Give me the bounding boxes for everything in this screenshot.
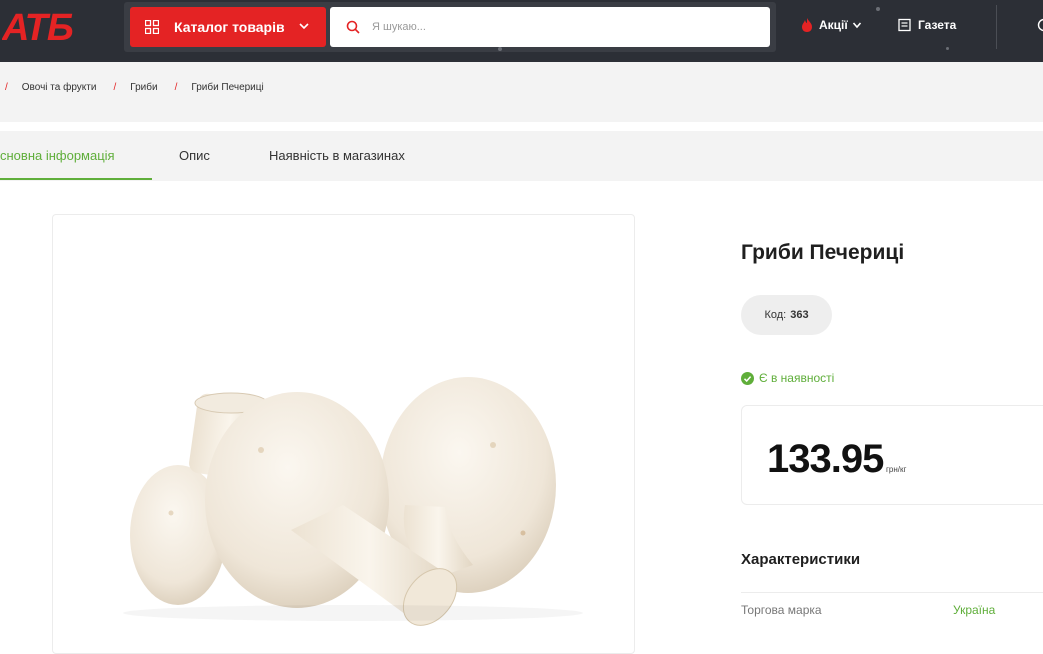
product-image-card: [52, 214, 635, 654]
characteristic-value-link[interactable]: Україна: [953, 603, 995, 617]
decorative-dot: [946, 47, 949, 50]
product-price: 133.95: [767, 437, 883, 482]
header-divider: [996, 5, 997, 49]
promo-menu[interactable]: Акції: [800, 17, 862, 33]
chevron-down-icon: [298, 20, 310, 32]
chevron-down-icon: [852, 20, 862, 30]
breadcrumb-separator: /: [113, 82, 116, 93]
grid-icon: [145, 20, 159, 34]
characteristics-title: Характеристики: [741, 551, 860, 568]
breadcrumb-separator: /: [175, 82, 178, 93]
catalog-button[interactable]: Каталог товарів: [130, 7, 326, 47]
decorative-dot: [498, 47, 502, 51]
breadcrumb: / Овочі та фрукти / Гриби / Гриби Печери…: [5, 82, 281, 93]
stock-status-label: Є в наявності: [759, 371, 834, 385]
search-input[interactable]: [372, 13, 752, 41]
product-code-value: 363: [790, 309, 808, 321]
active-tab-indicator: [0, 178, 152, 180]
breadcrumb-item[interactable]: Гриби: [130, 82, 157, 93]
breadcrumb-item[interactable]: Овочі та фрукти: [22, 82, 97, 93]
check-circle-icon: [741, 372, 754, 385]
tab-description[interactable]: Опис: [179, 148, 210, 163]
search-field[interactable]: [330, 7, 770, 47]
tab-main-info[interactable]: сновна інформація: [0, 148, 115, 163]
news-label: Газета: [918, 18, 956, 32]
newspaper-icon: [898, 18, 912, 32]
user-icon[interactable]: [1037, 17, 1043, 33]
product-title: Гриби Печериці: [741, 241, 904, 265]
flame-icon: [800, 17, 814, 33]
price-unit: грн/кг: [886, 465, 906, 474]
newspaper-link[interactable]: Газета: [898, 18, 956, 32]
catalog-button-label: Каталог товарів: [174, 19, 285, 35]
characteristics-divider: [741, 592, 1043, 593]
product-tabs: сновна інформація Опис Наявність в магаз…: [0, 131, 1043, 181]
product-code-badge: Код: 363: [741, 295, 832, 335]
stock-status: Є в наявності: [741, 371, 834, 385]
mushroom-image[interactable]: [53, 215, 635, 654]
tab-store-availability[interactable]: Наявність в магазинах: [269, 148, 405, 163]
characteristic-label: Торгова марка: [741, 603, 822, 617]
atb-logo[interactable]: АТБ: [2, 6, 102, 46]
decorative-dot: [876, 7, 880, 11]
breadcrumb-current: Гриби Печериці: [191, 82, 263, 93]
site-header: АТБ Каталог товарів Акції: [0, 0, 1043, 62]
promo-label: Акції: [819, 18, 848, 32]
atb-logo-text: АТБ: [2, 7, 73, 46]
product-code-label: Код:: [764, 309, 786, 321]
search-icon: [346, 20, 360, 34]
breadcrumb-separator: /: [5, 82, 8, 93]
breadcrumb-bar: / Овочі та фрукти / Гриби / Гриби Печери…: [0, 62, 1043, 122]
